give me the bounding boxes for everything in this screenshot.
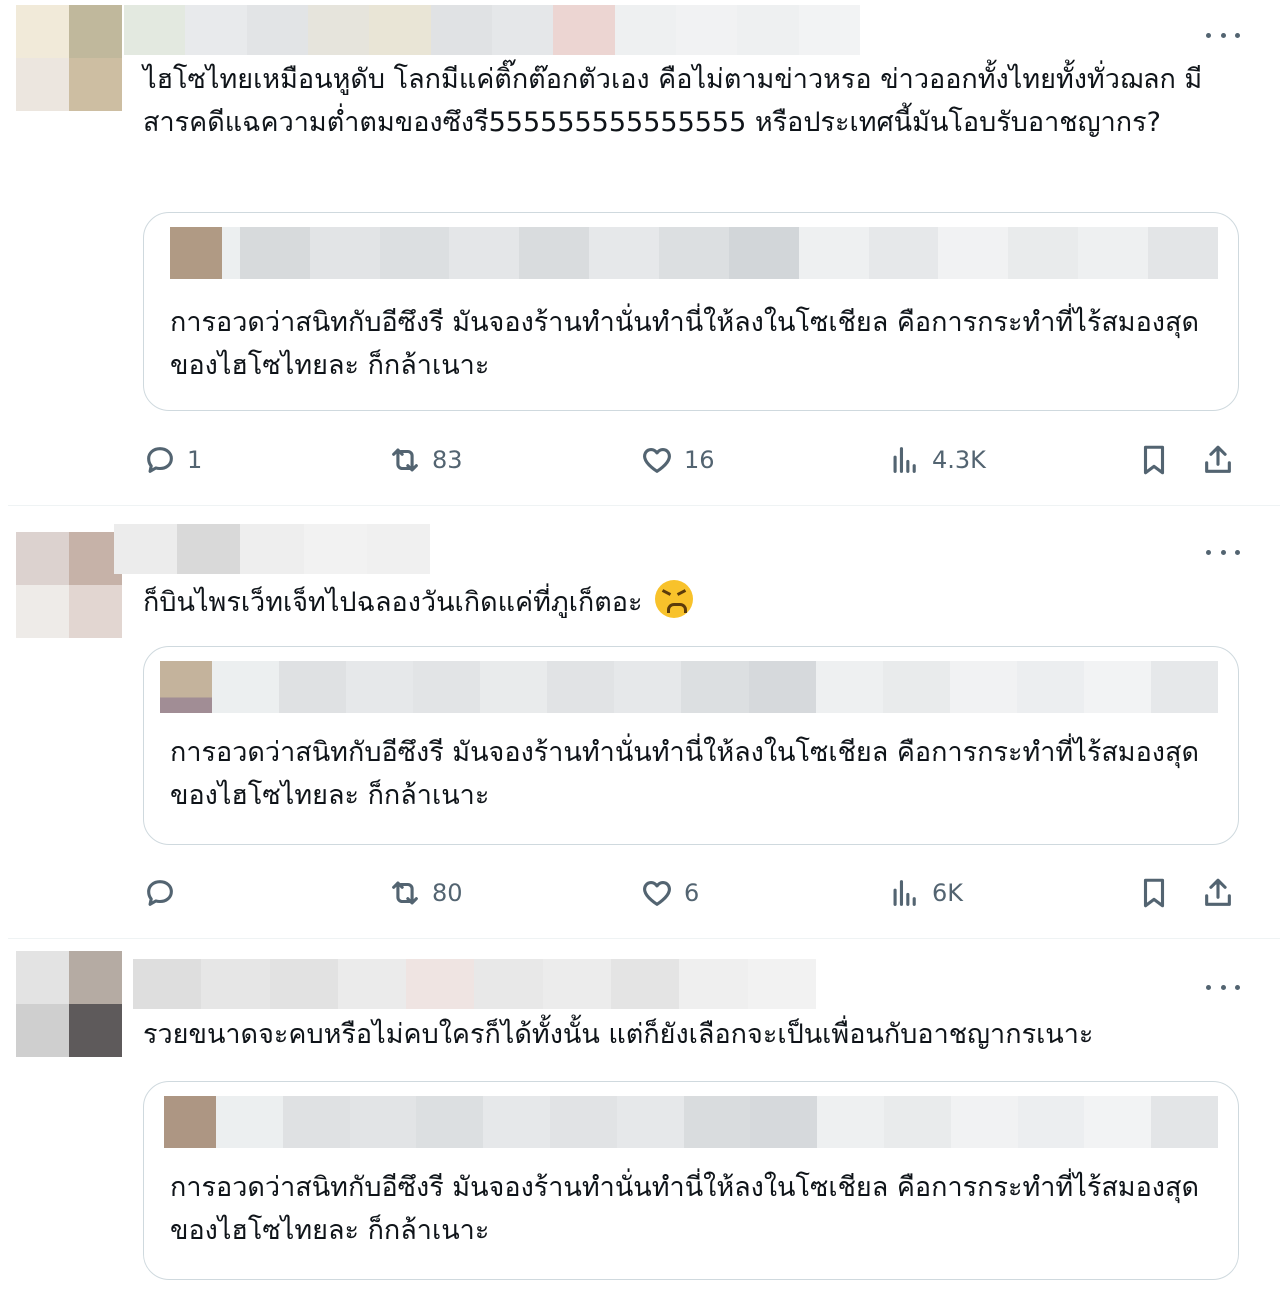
quoted-avatar [160, 661, 212, 713]
reply-icon [147, 880, 173, 906]
author-name-blurred[interactable] [124, 5, 860, 55]
share-button[interactable] [1201, 438, 1235, 482]
repost-icon [392, 881, 418, 905]
like-button[interactable]: 6 [640, 871, 699, 915]
bookmark-icon [1143, 878, 1165, 908]
quoted-tweet[interactable]: การอวดว่าสนิทกับอีซึงรี มันจองร้านทำนั่น… [143, 212, 1239, 411]
like-count: 16 [684, 446, 715, 474]
quoted-author-blurred [216, 1096, 1218, 1148]
repost-button[interactable]: 83 [388, 438, 463, 482]
reply-button[interactable]: 1 [143, 438, 202, 482]
repost-count: 80 [432, 879, 463, 907]
quoted-tweet[interactable]: การอวดว่าสนิทกับอีซึงรี มันจองร้านทำนั่น… [143, 1081, 1239, 1280]
repost-icon [392, 448, 418, 472]
avatar[interactable] [16, 532, 122, 638]
like-button[interactable]: 16 [640, 438, 715, 482]
tweet-text: รวยขนาดจะคบหรือไม่คบใครก็ได้ทั้งนั้น แต่… [143, 1019, 1094, 1050]
quoted-author-blurred [212, 661, 1218, 713]
reply-button[interactable] [143, 871, 187, 915]
quoted-text: การอวดว่าสนิทกับอีซึงรี มันจองร้านทำนั่น… [170, 307, 1200, 381]
repost-button[interactable]: 80 [388, 871, 463, 915]
more-icon[interactable] [1206, 977, 1240, 997]
views-icon [893, 880, 916, 906]
repost-count: 83 [432, 446, 463, 474]
tweet-1[interactable]: ไฮโซไทยเหมือนหูดับ โลกมีแค่ติ๊กต๊อกตัวเอ… [0, 0, 1280, 505]
share-button[interactable] [1201, 871, 1235, 915]
author-name-blurred[interactable] [133, 959, 816, 1009]
views-button[interactable]: 4.3K [888, 438, 986, 482]
heart-icon [643, 880, 671, 906]
more-icon[interactable] [1206, 25, 1240, 45]
share-icon [1205, 445, 1231, 473]
bookmark-icon [1143, 445, 1165, 475]
tweet-text: ก็บินไพรเว็ทเจ็ทไปฉลองวันเกิดแค่ที่ภูเก็… [143, 580, 1244, 624]
reply-count: 1 [187, 446, 203, 474]
bookmark-button[interactable] [1137, 871, 1171, 915]
quoted-avatar [170, 227, 222, 279]
tweet-text: ไฮโซไทยเหมือนหูดับ โลกมีแค่ติ๊กต๊อกตัวเอ… [143, 64, 1203, 138]
like-count: 6 [684, 879, 700, 907]
views-count: 6K [932, 879, 964, 907]
views-count: 4.3K [932, 446, 986, 474]
heart-icon [643, 447, 671, 473]
author-name-blurred[interactable] [114, 524, 431, 574]
tweet-2[interactable]: ก็บินไพรเว็ทเจ็ทไปฉลองวันเกิดแค่ที่ภูเก็… [0, 506, 1280, 938]
reply-icon [147, 447, 173, 473]
quoted-avatar [164, 1096, 216, 1148]
avatar[interactable] [16, 5, 122, 111]
quoted-tweet[interactable]: การอวดว่าสนิทกับอีซึงรี มันจองร้านทำนั่น… [143, 646, 1239, 845]
tweet-3[interactable]: รวยขนาดจะคบหรือไม่คบใครก็ได้ทั้งนั้น แต่… [0, 939, 1280, 1292]
action-bar: 80 6 6K [143, 871, 1243, 915]
tweet-text-content: ก็บินไพรเว็ทเจ็ทไปฉลองวันเกิดแค่ที่ภูเก็… [143, 587, 643, 618]
action-bar: 1 83 16 4.3K [143, 438, 1243, 482]
more-icon[interactable] [1206, 542, 1240, 562]
views-icon [893, 447, 916, 473]
avatar[interactable] [16, 951, 122, 1057]
quoted-text: การอวดว่าสนิทกับอีซึงรี มันจองร้านทำนั่น… [170, 1172, 1200, 1246]
share-icon [1205, 878, 1231, 906]
bookmark-button[interactable] [1137, 438, 1171, 482]
quoted-text: การอวดว่าสนิทกับอีซึงรี มันจองร้านทำนั่น… [170, 737, 1200, 811]
views-button[interactable]: 6K [888, 871, 963, 915]
quoted-author-blurred [170, 227, 1218, 279]
tired-face-emoji [655, 580, 694, 618]
